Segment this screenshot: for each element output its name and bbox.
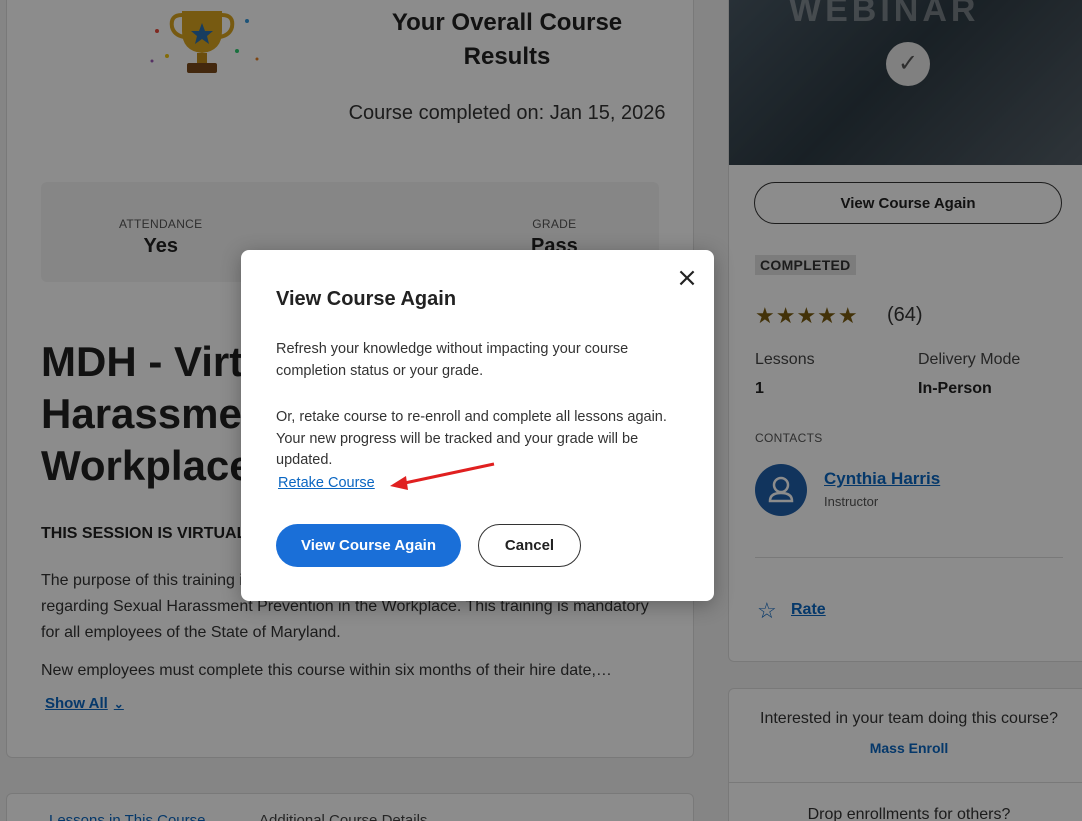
view-course-again-confirm-button[interactable]: View Course Again: [276, 524, 461, 567]
annotation-arrow-icon: [390, 462, 495, 490]
cancel-button[interactable]: Cancel: [478, 524, 581, 567]
retake-course-link[interactable]: Retake Course: [278, 475, 375, 491]
dialog-description: Refresh your knowledge without impacting…: [276, 341, 629, 379]
view-course-again-dialog: × View Course Again Refresh your knowled…: [241, 250, 714, 601]
close-icon[interactable]: ×: [671, 262, 703, 294]
dialog-title: View Course Again: [276, 288, 457, 310]
